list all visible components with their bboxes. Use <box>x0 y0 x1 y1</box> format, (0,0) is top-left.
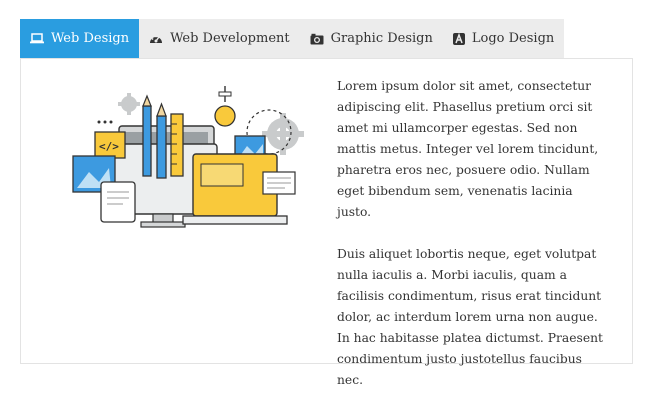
dashboard-icon <box>149 33 163 45</box>
web-design-illustration: </> <box>71 84 311 234</box>
tab-web-design[interactable]: Web Design <box>20 19 140 58</box>
gear-icon <box>118 93 140 115</box>
tab-label: Logo Design <box>471 31 555 46</box>
tab-label: Web Development <box>170 31 290 46</box>
paragraph: Duis aliquet lobortis neque, eget volutp… <box>337 247 603 387</box>
laptop-icon <box>30 33 44 44</box>
camera-icon <box>310 33 324 45</box>
tab-web-development[interactable]: Web Development <box>139 19 300 58</box>
tab-panel: </> Lorem ipsum dolor sit amet, consecte… <box>20 58 633 387</box>
tab-graphic-design[interactable]: Graphic Design <box>299 19 443 58</box>
tab-label: Graphic Design <box>330 31 433 46</box>
tab-bar: Web Design Web Development Graphic Desig… <box>20 19 633 58</box>
paragraph: Lorem ipsum dolor sit amet, consectetur … <box>337 79 599 219</box>
tabs-widget: Web Design Web Development Graphic Desig… <box>20 19 633 387</box>
svg-text:</>: </> <box>99 140 119 153</box>
tab-label: Web Design <box>51 31 130 46</box>
tab-logo-design[interactable]: Logo Design <box>442 19 565 58</box>
logo-a-icon <box>452 32 465 45</box>
tab-content-text: Lorem ipsum dolor sit amet, consectetur … <box>337 76 603 412</box>
